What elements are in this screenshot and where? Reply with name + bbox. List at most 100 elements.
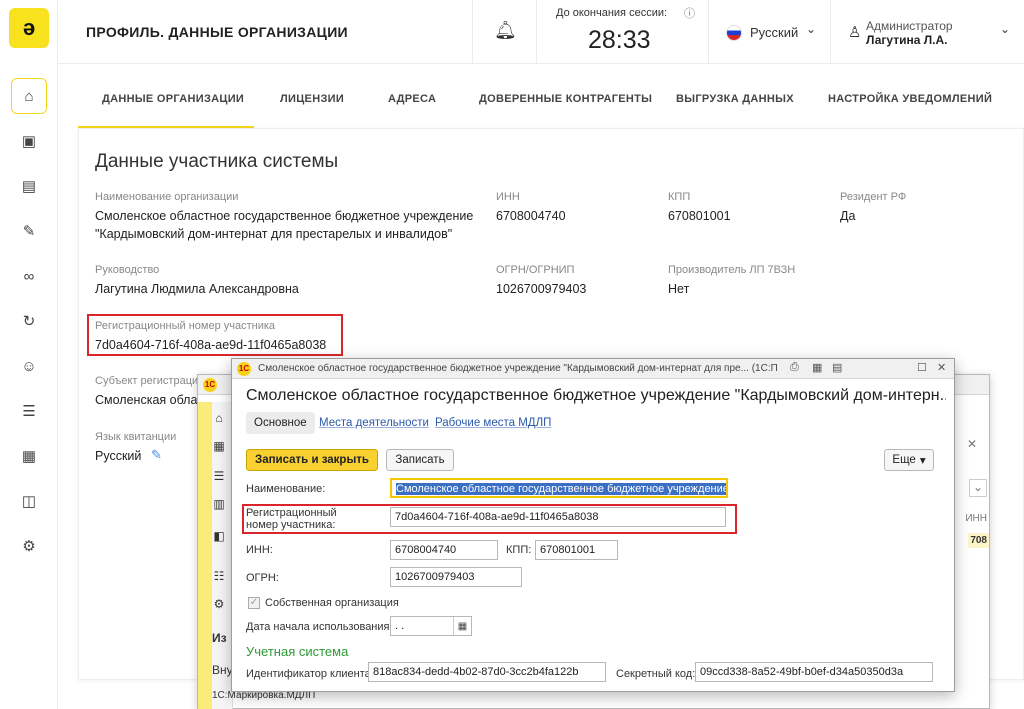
table-icon[interactable]: ▦ (812, 361, 822, 374)
tab-mdlp-workplaces[interactable]: Рабочие места МДЛП (435, 417, 551, 429)
client-id-label: Идентификатор клиента: (246, 668, 374, 680)
client-id-field[interactable]: 818ac834-dedd-4b02-87d0-3cc2b4fa122b (368, 662, 606, 682)
maximize-icon[interactable]: ☐ (917, 361, 927, 374)
session-timer: 28:33 (588, 26, 651, 54)
russian-flag-icon (726, 25, 742, 41)
tab-activity-places[interactable]: Места деятельности (319, 417, 429, 429)
close-icon[interactable]: ✕ (967, 437, 977, 451)
inn-field[interactable]: 6708004740 (390, 540, 498, 560)
inn-label: ИНН (496, 191, 520, 203)
tab-licenses[interactable]: ЛИЦЕНЗИИ (280, 93, 344, 105)
user-name[interactable]: Лагутина Л.А. (866, 33, 947, 47)
chevron-down-icon: ▾ (919, 455, 926, 467)
grid-icon[interactable]: ▦ (208, 435, 230, 457)
ogrn-field[interactable]: 1026700979403 (390, 567, 522, 587)
tab-trusted-partners[interactable]: ДОВЕРЕННЫЕ КОНТРАГЕНТЫ (479, 93, 652, 105)
subject-value: Смоленская обла (95, 393, 198, 407)
subject-label: Субъект регистрации (95, 375, 205, 387)
inn-label: ИНН: (246, 544, 273, 556)
kpp-label: КПП: (506, 544, 532, 556)
print-icon[interactable]: ⎙ (790, 361, 799, 374)
more-button[interactable]: Еще ▾ (884, 449, 934, 471)
edit-pencil-icon[interactable]: ✎ (151, 447, 162, 463)
user-role: Администратор (866, 19, 953, 33)
reg-number-label-line2: номер участника: (246, 519, 336, 531)
tab-main[interactable]: Основное (246, 412, 315, 434)
home-icon[interactable]: ⌂ (208, 407, 230, 429)
receipt-language-value: Русский (95, 449, 142, 463)
header-divider (830, 0, 831, 64)
top-header: ПРОФИЛЬ. ДАННЫЕ ОРГАНИЗАЦИИ 🔔︎ До оконча… (58, 0, 1024, 64)
user-icon: ♙ (848, 24, 862, 41)
pills-icon[interactable]: ✎ (11, 213, 47, 249)
window-titlebar: 1С Смоленское областное государственное … (232, 359, 954, 379)
tab-addresses[interactable]: АДРЕСА (388, 93, 436, 105)
kpp-field[interactable]: 670801001 (535, 540, 618, 560)
chevron-down-icon[interactable]: ⌄ (1000, 22, 1010, 36)
own-org-checkbox[interactable]: ✓ (248, 597, 260, 609)
kpp-label: КПП (668, 191, 691, 203)
home-icon[interactable]: ⌂ (11, 78, 47, 114)
secret-code-label: Секретный код: (616, 668, 696, 680)
user-icon[interactable]: ☺ (11, 348, 47, 384)
tab-data-export[interactable]: ВЫГРУЗКА ДАННЫХ (676, 93, 794, 105)
tab-notification-settings[interactable]: НАСТРОЙКА УВЕДОМЛЕНИЙ (828, 93, 992, 105)
producer-label: Производитель ЛП 7ВЗН (668, 264, 796, 276)
org-name-label: Наименование организации (95, 191, 239, 203)
receipt-language-label: Язык квитанции (95, 431, 177, 443)
org-name-line2: "Кардымовский дом-интернат для престарел… (95, 227, 453, 241)
report-icon[interactable]: ◫ (11, 483, 47, 519)
list-icon[interactable]: ☷ (208, 565, 230, 587)
name-field-value: Смоленское областное государственное бюд… (396, 483, 726, 495)
bg-panel-heading: Из (212, 631, 227, 645)
bell-icon[interactable]: 🔔︎ (494, 20, 517, 41)
bg-cell-value: 708 (968, 533, 989, 548)
briefcase-icon[interactable]: ▣ (11, 123, 47, 159)
window-heading: Смоленское областное государственное бюд… (246, 387, 946, 404)
close-icon[interactable]: ✕ (937, 361, 946, 374)
info-icon[interactable]: ⓘ (684, 5, 695, 21)
name-label: Наименование: (246, 483, 326, 495)
secret-code-field[interactable]: 09ccd338-8a52-49bf-b0ef-d34a50350d3a (695, 662, 933, 682)
accounting-system-section: Учетная система (246, 644, 349, 659)
language-selector[interactable]: Русский (750, 25, 798, 40)
producer-value: Нет (668, 282, 690, 296)
inn-value: 6708004740 (496, 209, 566, 223)
document-icon[interactable]: ☰ (11, 393, 47, 429)
ogrn-label: ОГРН: (246, 572, 279, 584)
save-button[interactable]: Записать (386, 449, 454, 471)
org-name-line1: Смоленское областное государственное бюд… (95, 209, 474, 223)
start-date-field[interactable]: . . ▦ (390, 616, 472, 636)
refresh-icon[interactable]: ↻ (11, 303, 47, 339)
chevron-down-icon[interactable]: ⌄ (806, 22, 816, 36)
name-field[interactable]: Смоленское областное государственное бюд… (390, 478, 728, 498)
left-rail: ə ⌂ ▣ ▤ ✎ ∞ ↻ ☺ ☰ ▦ ◫ ⚙ (0, 0, 58, 709)
profile-tabs: ДАННЫЕ ОРГАНИЗАЦИИ ЛИЦЕНЗИИ АДРЕСА ДОВЕР… (78, 64, 1024, 129)
start-date-value: . . (395, 620, 405, 632)
building-icon[interactable]: ▥ (208, 493, 230, 515)
wallet-icon[interactable]: ▤ (11, 168, 47, 204)
own-org-label: Собственная организация (265, 597, 399, 609)
header-divider (708, 0, 709, 64)
page-title: ПРОФИЛЬ. ДАННЫЕ ОРГАНИЗАЦИИ (86, 24, 348, 40)
window-bar-title: Смоленское областное государственное бюд… (258, 363, 778, 374)
qr-icon[interactable]: ▦ (11, 438, 47, 474)
session-label: До окончания сессии: (556, 7, 668, 19)
app-logo-icon[interactable]: ə (9, 8, 49, 48)
reg-number-label: Регистрационный номер участника (95, 320, 276, 332)
chevron-down-icon[interactable]: ⌄ (969, 479, 987, 497)
link-icon[interactable]: ∞ (11, 258, 47, 294)
ogrn-value: 1026700979403 (496, 282, 587, 296)
menu-icon[interactable]: ☰ (208, 465, 230, 487)
bg-panel-item[interactable]: Вну (212, 663, 233, 677)
reg-number-field[interactable]: 7d0a4604-716f-408a-ae9d-11f0465a8038 (390, 507, 726, 527)
copy-icon[interactable]: ◧ (208, 525, 230, 547)
calendar-icon[interactable]: ▦ (453, 617, 471, 635)
head-value: Лагутина Людмила Александровна (95, 282, 299, 296)
settings-icon[interactable]: ⚙ (208, 593, 230, 615)
calendar-icon[interactable]: ▤ (832, 361, 842, 374)
settings-icon[interactable]: ⚙ (11, 528, 47, 564)
save-and-close-button[interactable]: Записать и закрыть (246, 449, 378, 471)
1c-logo-icon: 1С (237, 362, 251, 376)
tab-org-data[interactable]: ДАННЫЕ ОРГАНИЗАЦИИ (102, 93, 244, 105)
